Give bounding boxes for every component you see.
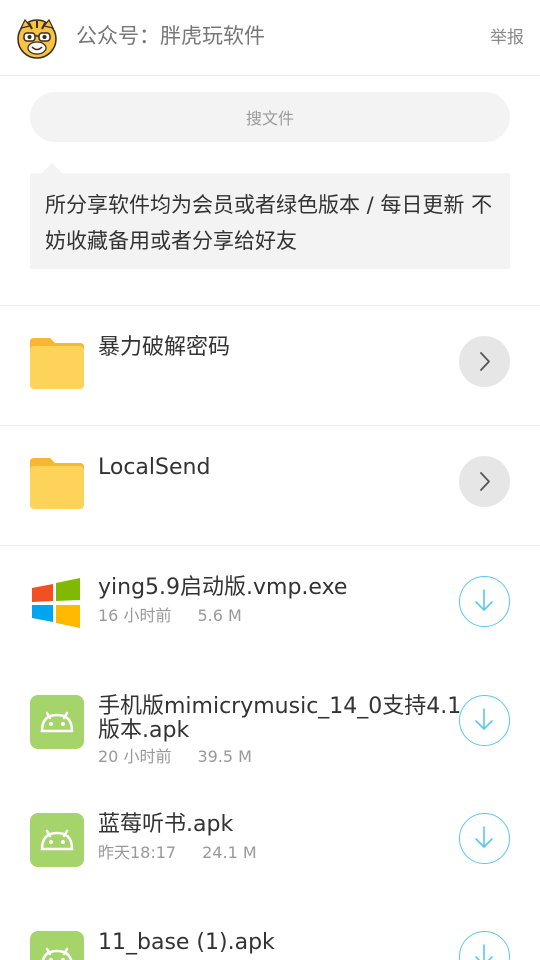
- file-name: ying5.9启动版.vmp.exe: [98, 575, 348, 600]
- android-icon: [30, 695, 84, 749]
- search-input[interactable]: 搜文件: [30, 92, 510, 142]
- list-item-file[interactable]: ying5.9启动版.vmp.exe 16 小时前 5.6 M: [0, 546, 540, 666]
- search-placeholder: 搜文件: [245, 109, 294, 128]
- folder-name: LocalSend: [98, 455, 211, 480]
- download-icon[interactable]: [459, 931, 510, 960]
- report-link[interactable]: 举报: [490, 26, 524, 50]
- chevron-right-icon[interactable]: [459, 456, 510, 507]
- account-name: 公众号：胖虎玩软件: [76, 24, 265, 48]
- file-name: 手机版mimicrymusic_14_0支持4.1版本.apk: [98, 694, 462, 743]
- file-time: 20 小时前: [98, 747, 172, 766]
- file-name: 11_base (1).apk: [98, 930, 275, 955]
- download-icon[interactable]: [459, 695, 510, 746]
- list-item-file[interactable]: 11_base (1).apk: [0, 900, 540, 960]
- header: 公众号：胖虎玩软件 举报: [0, 0, 540, 76]
- file-size: 5.6 M: [197, 606, 242, 625]
- file-time: 昨天18:17: [98, 843, 177, 862]
- file-size: 24.1 M: [202, 843, 257, 862]
- file-time: 16 小时前: [98, 606, 172, 625]
- list-item-file[interactable]: 手机版mimicrymusic_14_0支持4.1版本.apk 20 小时前 39…: [0, 665, 540, 785]
- folder-name: 暴力破解密码: [98, 335, 231, 360]
- folder-icon: [30, 456, 84, 510]
- file-meta: 20 小时前 39.5 M: [98, 747, 252, 767]
- file-size: 39.5 M: [197, 747, 252, 766]
- file-meta: 16 小时前 5.6 M: [98, 606, 242, 626]
- file-meta: 昨天18:17 24.1 M: [98, 843, 257, 863]
- download-icon[interactable]: [459, 576, 510, 627]
- list-item-folder[interactable]: 暴力破解密码: [0, 306, 540, 426]
- android-icon: [30, 931, 84, 960]
- download-icon[interactable]: [459, 813, 510, 864]
- folder-icon: [30, 336, 84, 390]
- list-item-file[interactable]: 蓝莓听书.apk 昨天18:17 24.1 M: [0, 783, 540, 903]
- tiger-mascot-icon[interactable]: [15, 16, 59, 60]
- chevron-right-icon[interactable]: [459, 336, 510, 387]
- list-item-folder[interactable]: LocalSend: [0, 426, 540, 546]
- file-name: 蓝莓听书.apk: [98, 812, 234, 837]
- windows-icon: [30, 576, 84, 630]
- notice-bubble: 所分享软件均为会员或者绿色版本 / 每日更新 不妨收藏备用或者分享给好友: [30, 163, 510, 269]
- android-icon: [30, 813, 84, 867]
